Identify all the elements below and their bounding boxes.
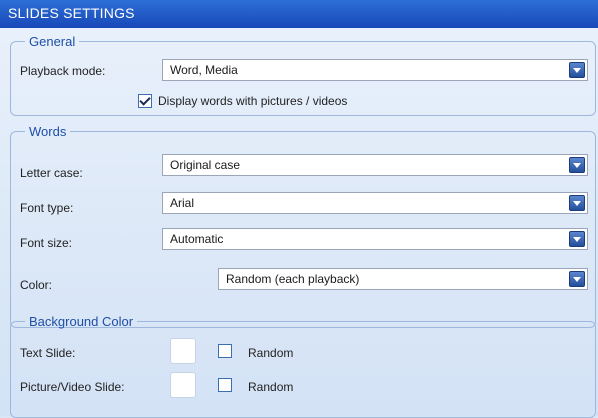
color-value: Random (each playback) [226, 272, 360, 286]
picture-slide-label: Picture/Video Slide: [20, 380, 125, 394]
font-type-label: Font type: [20, 201, 74, 215]
background-color-group: Background Color [10, 314, 596, 418]
text-slide-label: Text Slide: [20, 346, 76, 360]
chevron-down-icon[interactable] [569, 271, 585, 287]
playback-mode-value: Word, Media [170, 63, 238, 77]
picture-slide-color-swatch[interactable] [170, 372, 196, 398]
color-label: Color: [20, 278, 53, 292]
words-group-label: Words [29, 124, 67, 139]
text-slide-random-label: Random [248, 346, 294, 360]
font-size-label: Font size: [20, 236, 73, 250]
settings-panel: General Playback mode: Word, Media Displ… [0, 28, 598, 418]
display-words-checkbox[interactable] [138, 94, 152, 108]
display-words-label: Display words with pictures / videos [158, 94, 348, 108]
font-type-dropdown[interactable]: Arial [162, 192, 588, 214]
general-group-label: General [29, 34, 76, 49]
font-size-value: Automatic [170, 232, 224, 246]
chevron-down-icon[interactable] [569, 195, 585, 211]
letter-case-dropdown[interactable]: Original case [162, 154, 588, 176]
font-type-value: Arial [170, 196, 195, 210]
font-size-dropdown[interactable]: Automatic [162, 228, 588, 250]
picture-slide-random-label: Random [248, 380, 294, 394]
letter-case-label: Letter case: [20, 166, 83, 180]
background-color-group-label: Background Color [29, 314, 134, 329]
chevron-down-icon[interactable] [569, 157, 585, 173]
color-dropdown[interactable]: Random (each playback) [218, 268, 588, 290]
text-slide-color-swatch[interactable] [170, 338, 196, 364]
chevron-down-icon[interactable] [569, 231, 585, 247]
text-slide-random-checkbox[interactable] [218, 344, 232, 358]
playback-mode-label: Playback mode: [20, 64, 106, 78]
letter-case-value: Original case [170, 158, 241, 172]
playback-mode-dropdown[interactable]: Word, Media [162, 59, 588, 81]
title-bar: SLIDES SETTINGS [0, 0, 598, 29]
window-title: SLIDES SETTINGS [8, 5, 135, 21]
chevron-down-icon[interactable] [569, 62, 585, 78]
picture-slide-random-checkbox[interactable] [218, 378, 232, 392]
